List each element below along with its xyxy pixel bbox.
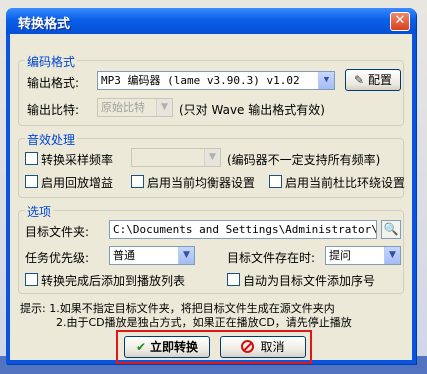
tip-line-2: 2.由于CD播放是独占方式，如果正在播放CD，请先停止播放: [56, 316, 352, 329]
priority-value: 普通: [113, 249, 135, 262]
add-playlist-label: 转换完成后添加到播放列表: [41, 274, 186, 288]
convert-now-label: 立即转换: [150, 340, 199, 354]
config-button-label: 配置: [367, 73, 392, 87]
sample-rate-note: (编码器不一定支持所有频率): [227, 153, 381, 167]
target-folder-label: 目标文件夹:: [25, 225, 90, 239]
output-bitrate-value: 原始比特: [101, 101, 145, 114]
convert-rate-label: 转换采样频率: [41, 153, 114, 167]
effects-group-title: 音效处理: [25, 131, 78, 148]
chevron-down-icon[interactable]: ▼: [318, 72, 334, 89]
priority-label: 任务优先级:: [25, 251, 90, 265]
target-folder-value: C:\Documents and Settings\Administrator\…: [113, 223, 377, 236]
dialog-title: 转换格式: [18, 17, 71, 32]
output-format-label: 输出格式:: [27, 76, 80, 90]
cancel-button[interactable]: 取消: [220, 336, 306, 358]
file-exists-label: 目标文件存在时:: [227, 251, 316, 265]
file-exists-select[interactable]: 提问 ▼: [325, 246, 401, 265]
equalizer-checkbox[interactable]: [131, 175, 144, 188]
config-icon: ✎: [354, 73, 365, 87]
encoding-group: 编码格式 输出格式: MP3 编码器 (lame v3.90.3) v1.02 …: [18, 53, 404, 126]
dialog-client-area: 编码格式 输出格式: MP3 编码器 (lame v3.90.3) v1.02 …: [10, 34, 412, 364]
add-serial-checkbox[interactable]: [227, 273, 240, 286]
browse-folder-button[interactable]: 🔍: [381, 220, 401, 239]
priority-select[interactable]: 普通 ▼: [109, 246, 195, 265]
add-playlist-checkbox[interactable]: [25, 273, 38, 286]
close-icon: ✕: [394, 13, 406, 28]
chevron-down-icon[interactable]: ▼: [178, 247, 194, 264]
convert-rate-checkbox[interactable]: [25, 152, 38, 165]
convert-format-dialog: 转换格式 ✕ 编码格式 输出格式: MP3 编码器 (lame v3.90.3)…: [6, 8, 416, 364]
effects-group: 音效处理 转换采样频率 ▼ (编码器不一定支持所有频率) 启用回放增益 启用当前…: [18, 131, 406, 198]
options-group-title: 选项: [25, 203, 54, 220]
checkmark-icon: ✔: [135, 340, 147, 354]
surround-label: 启用当前杜比环绕设置: [285, 176, 406, 190]
title-bar[interactable]: 转换格式 ✕: [6, 8, 416, 34]
folder-search-icon: 🔍: [383, 222, 399, 236]
target-folder-input[interactable]: C:\Documents and Settings\Administrator\…: [109, 220, 377, 239]
equalizer-label: 启用当前均衡器设置: [147, 176, 256, 190]
config-button[interactable]: ✎ 配置: [345, 69, 401, 91]
output-format-value: MP3 编码器 (lame v3.90.3) v1.02: [101, 74, 300, 87]
chevron-down-icon[interactable]: ▼: [156, 99, 172, 116]
replay-gain-label: 启用回放增益: [41, 176, 114, 190]
add-serial-label: 自动为目标文件添加序号: [243, 274, 376, 288]
encoding-group-title: 编码格式: [25, 53, 78, 70]
bitrate-note: (只对 Wave 输出格式有效): [179, 103, 325, 117]
file-exists-value: 提问: [329, 249, 351, 262]
cancel-label: 取消: [260, 340, 285, 354]
output-bitrate-label: 输出比特:: [27, 103, 80, 117]
chevron-down-icon[interactable]: ▼: [384, 247, 400, 264]
output-format-select[interactable]: MP3 编码器 (lame v3.90.3) v1.02 ▼: [97, 71, 335, 90]
convert-now-button[interactable]: ✔ 立即转换: [124, 336, 210, 358]
surround-checkbox[interactable]: [269, 175, 282, 188]
replay-gain-checkbox[interactable]: [25, 175, 38, 188]
close-button[interactable]: ✕: [390, 12, 410, 31]
sample-rate-select[interactable]: ▼: [131, 148, 221, 167]
options-group: 选项 目标文件夹: C:\Documents and Settings\Admi…: [18, 203, 404, 294]
cancel-icon: [241, 340, 255, 353]
output-bitrate-select[interactable]: 原始比特 ▼: [97, 98, 173, 117]
chevron-down-icon[interactable]: ▼: [204, 149, 220, 166]
